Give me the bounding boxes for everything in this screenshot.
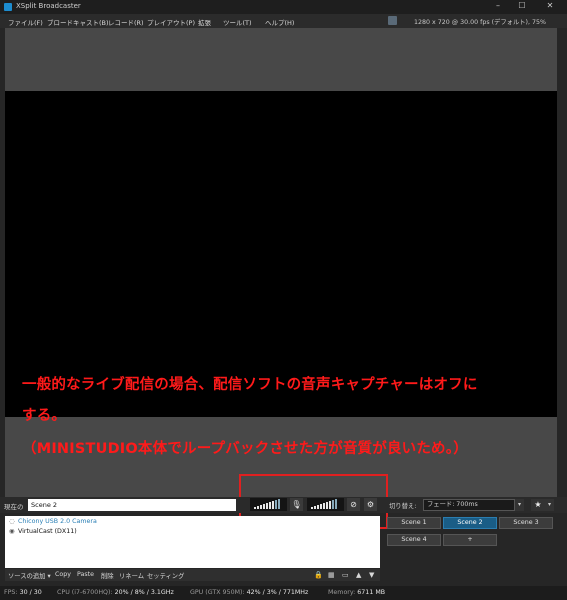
xsplit-logo-icon — [4, 3, 12, 11]
copy-button[interactable]: Copy — [55, 571, 71, 578]
list-item[interactable]: ◌ Chicony USB 2.0 Camera — [9, 518, 97, 525]
preview-margin-top — [5, 28, 557, 91]
annotation-line-3: （MINISTUDIO本体でループバックさせた方が音質が良いため。） — [22, 441, 468, 457]
scene-button-1[interactable]: Scene 1 — [387, 517, 441, 529]
annotation-line-2: する。 — [22, 408, 67, 424]
transition-label: 切り替え: — [389, 503, 417, 510]
chevron-down-icon[interactable]: ▾ — [545, 499, 554, 511]
cpu-status: CPU (i7-6700HQ): 20% / 8% / 3.1GHz — [57, 589, 174, 596]
source-name: Chicony USB 2.0 Camera — [18, 518, 97, 525]
scene-button-4[interactable]: Scene 4 — [387, 534, 441, 546]
speaker-volume-meter[interactable] — [250, 498, 287, 511]
star-icon[interactable]: ★ — [531, 499, 545, 511]
source-name: VirtualCast (DX11) — [18, 528, 77, 535]
delete-button[interactable]: 削除 — [101, 571, 114, 580]
fps-status: FPS: 30 / 30 — [4, 589, 42, 596]
gear-icon[interactable]: ⚙ — [364, 498, 377, 511]
collapse-panel-icon[interactable] — [388, 16, 397, 25]
menu-playout[interactable]: プレイアウト(P) — [147, 17, 195, 27]
chevron-down-icon[interactable]: ▾ — [515, 499, 524, 511]
menu-record[interactable]: レコード(R) — [108, 17, 144, 27]
scene-button-3[interactable]: Scene 3 — [499, 517, 553, 529]
stage-preview[interactable] — [5, 91, 557, 417]
scene-name-field[interactable]: Scene 2 — [28, 499, 236, 511]
sources-list[interactable]: ◌ Chicony USB 2.0 Camera ◉ VirtualCast (DX… — [5, 516, 380, 568]
move-down-icon[interactable]: ▼ — [369, 571, 374, 579]
minimize-icon[interactable]: – — [486, 1, 510, 13]
layout-icon[interactable]: ▦ — [328, 571, 335, 579]
transition-select[interactable]: フェード: 700ms — [423, 499, 515, 511]
maximize-icon[interactable]: ☐ — [510, 1, 534, 13]
annotation-line-1: 一般的なライブ配信の場合、配信ソフトの音声キャプチャーはオフに — [22, 377, 478, 393]
microphone-volume-meter[interactable] — [307, 498, 344, 511]
menu-help[interactable]: ヘルプ(H) — [265, 17, 294, 27]
menu-tools[interactable]: ツール(T) — [223, 17, 252, 27]
microphone-icon[interactable]: 🎙 — [290, 498, 303, 511]
scene-button-2[interactable]: Scene 2 — [443, 517, 497, 529]
settings-button[interactable]: セッティング — [147, 571, 184, 580]
menu-file[interactable]: ファイル(F) — [8, 17, 43, 27]
menu-broadcast[interactable]: ブロードキャスト(B) — [47, 17, 109, 27]
resolution-info[interactable]: 1280 x 720 @ 30.00 fps (デフォルト), 75% — [414, 17, 546, 26]
list-item[interactable]: ◉ VirtualCast (DX11) — [9, 528, 77, 535]
lock-icon[interactable]: 🔒 — [314, 571, 323, 579]
current-scene-label: 現在の — [4, 503, 24, 511]
add-scene-button[interactable]: + — [443, 534, 497, 546]
close-icon[interactable]: ✕ — [537, 1, 563, 13]
title-bar — [0, 0, 567, 14]
rename-button[interactable]: リネーム — [119, 571, 144, 580]
mute-audio-icon[interactable]: ⊘ — [347, 498, 360, 511]
menu-extensions[interactable]: 拡張 — [198, 17, 211, 27]
paste-button[interactable]: Paste — [77, 571, 94, 578]
move-up-icon[interactable]: ▲ — [356, 571, 361, 579]
window-title: XSplit Broadcaster — [16, 2, 81, 10]
gpu-status: GPU (GTX 950M): 42% / 3% / 771MHz — [190, 589, 309, 596]
memory-status: Memory: 6711 MB — [328, 589, 386, 596]
screen-icon[interactable]: ▭ — [342, 571, 349, 579]
eye-icon[interactable]: ◉ — [9, 528, 18, 535]
hidden-eye-icon[interactable]: ◌ — [9, 518, 18, 525]
add-source-button[interactable]: ソースの追加 ▾ — [8, 571, 51, 580]
